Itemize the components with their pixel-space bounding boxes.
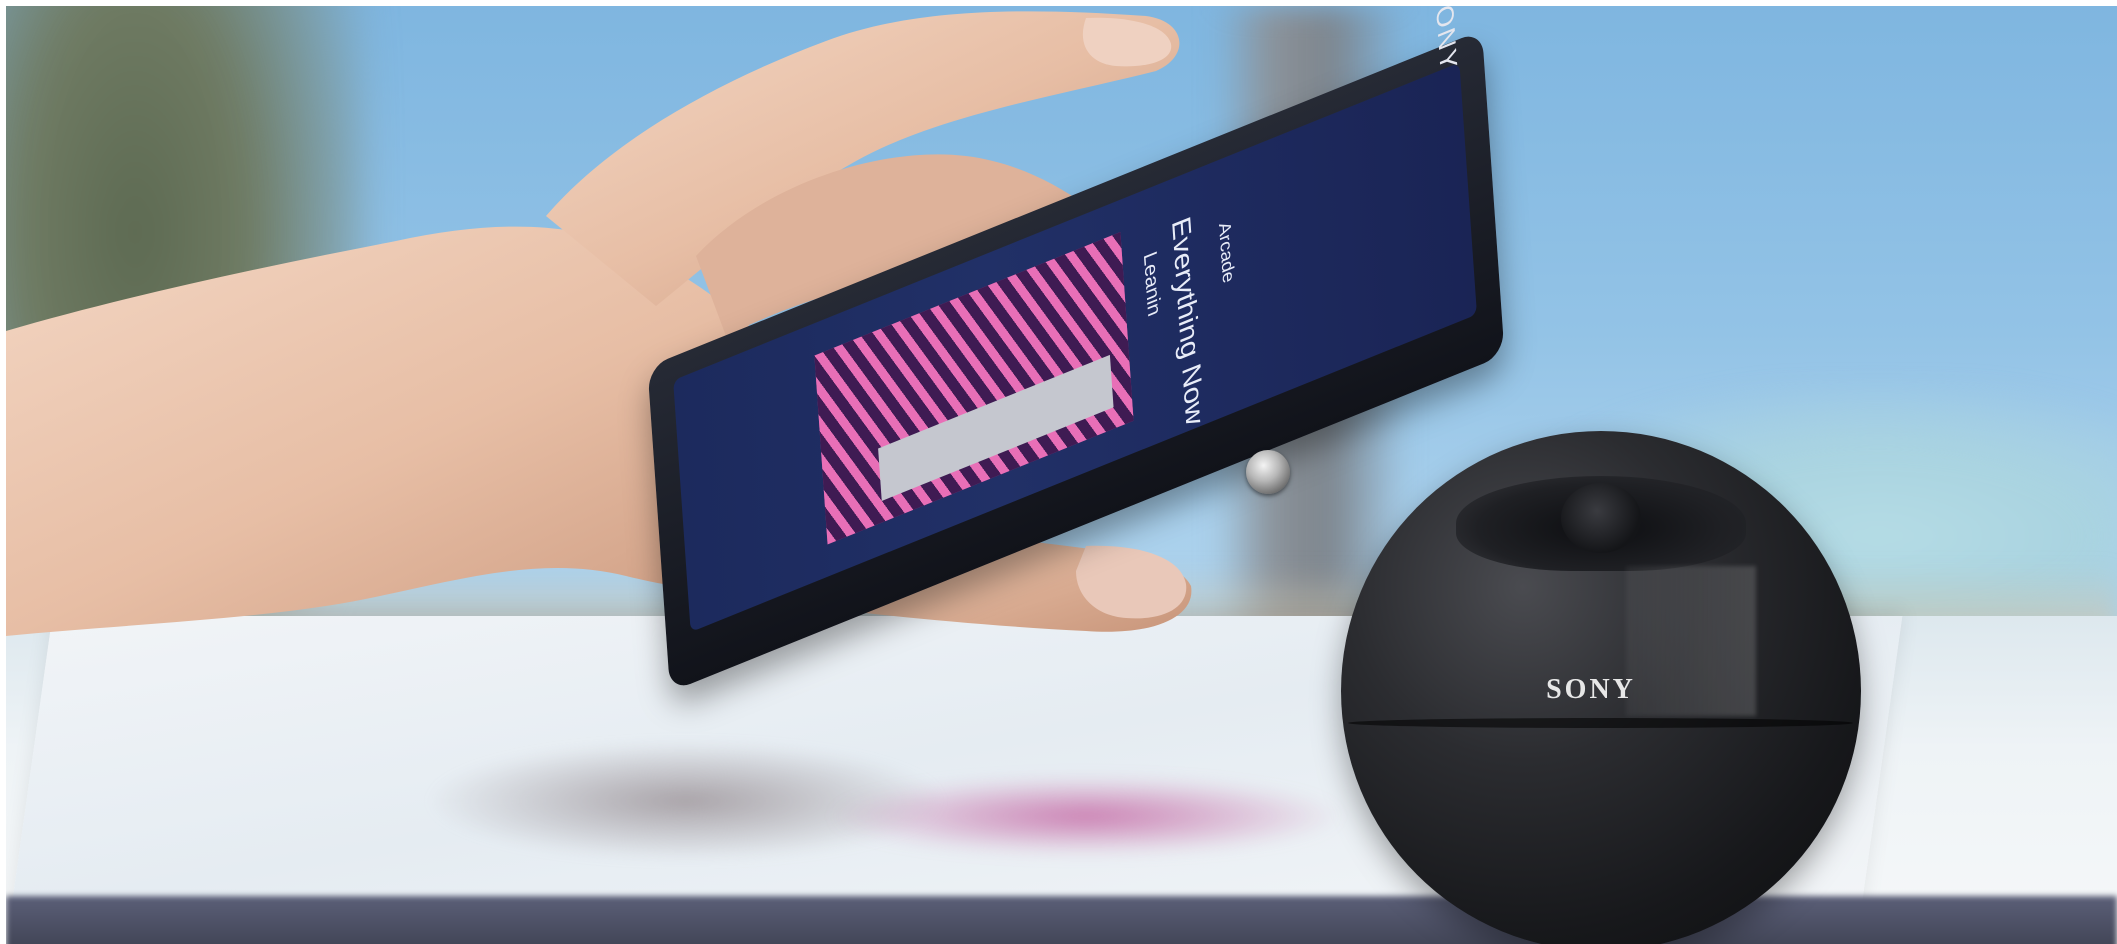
phone-power-button	[1246, 450, 1290, 494]
speaker-seam	[1348, 718, 1853, 728]
track-album: Arcade	[1215, 218, 1239, 286]
track-artist: Leanin	[1139, 248, 1165, 320]
track-title: Everything Now	[1166, 212, 1210, 430]
speaker-cone	[1561, 483, 1641, 553]
photo-scene: Everything Now Leanin Arcade SONY SONY	[6, 6, 2117, 944]
magazine-dark-edge	[6, 896, 2117, 944]
speaker-brand-logo: SONY	[1546, 674, 1636, 705]
phone-brand-logo: SONY	[1429, 6, 1464, 77]
magazine-print-pink	[826, 776, 1346, 856]
